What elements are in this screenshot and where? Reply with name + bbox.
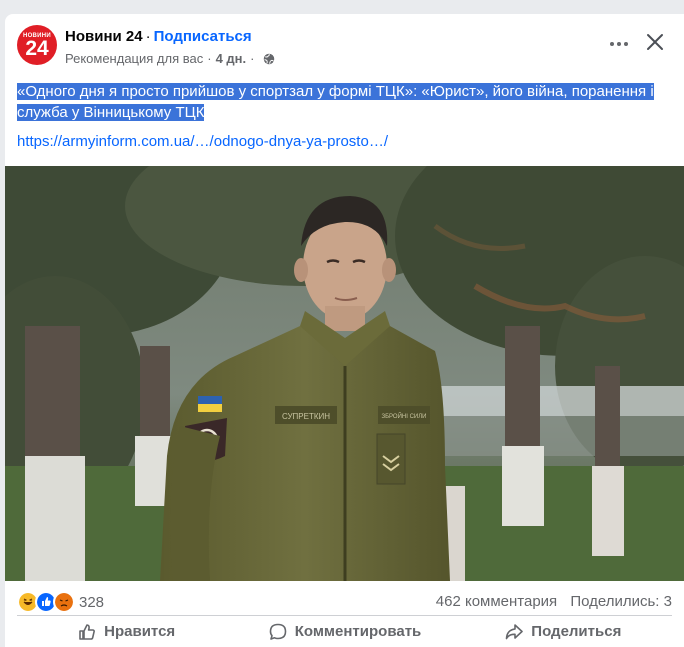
header-separator: · <box>145 28 151 45</box>
post-time-link[interactable]: 4 дн. <box>216 51 247 66</box>
meta-separator-2: · <box>250 51 255 66</box>
recommendation-label: Рекомендация для вас <box>65 51 204 66</box>
post-meta: Рекомендация для вас · 4 дн. · <box>65 51 275 66</box>
post-actions: Нравится Комментировать Поделиться <box>17 616 672 647</box>
share-icon <box>505 623 524 639</box>
globe-icon[interactable] <box>263 53 275 65</box>
post-text-selected: «Одного дня я просто прийшов у спортзал … <box>17 83 654 121</box>
uniform-name-tag: СУПРЕТКИН <box>282 412 330 421</box>
post-photo[interactable]: СУПРЕТКИН ЗБРОЙНІ СИЛИ <box>5 166 684 581</box>
post-text: «Одного дня я просто прийшов у спортзал … <box>17 81 657 123</box>
page-name-link[interactable]: Новини 24 <box>65 28 143 45</box>
post-stats: 462 комментария Поделились: 3 <box>427 593 672 610</box>
feed-post: НОВИНИ 24 Новини 24 · Подписаться Рекоменд… <box>5 14 684 647</box>
more-options-icon[interactable] <box>605 34 633 54</box>
share-button[interactable]: Поделиться <box>454 616 672 647</box>
reaction-count: 328 <box>79 593 105 611</box>
meta-separator: · <box>207 51 212 66</box>
share-label: Поделиться <box>531 623 622 640</box>
like-label: Нравится <box>104 623 176 640</box>
comments-count-link[interactable]: 462 комментария <box>436 593 557 610</box>
close-icon[interactable] <box>643 30 667 54</box>
page-avatar[interactable]: НОВИНИ 24 <box>17 25 57 65</box>
avatar-number: 24 <box>25 37 49 60</box>
uniform-right-tag: ЗБРОЙНІ СИЛИ <box>382 412 427 420</box>
comment-icon <box>269 623 287 640</box>
shares-count-link[interactable]: Поделились: 3 <box>570 593 672 610</box>
thumbs-up-icon <box>79 623 96 640</box>
post-header: Новини 24 · Подписаться <box>65 28 252 45</box>
comment-label: Комментировать <box>294 623 422 640</box>
subscribe-button[interactable]: Подписаться <box>154 28 252 45</box>
reaction-summary[interactable]: 328 <box>17 591 104 613</box>
article-link[interactable]: https://armyinform.com.ua/…/odnogo-dnya-… <box>17 133 388 150</box>
comment-button[interactable]: Комментировать <box>235 616 453 647</box>
like-button[interactable]: Нравится <box>17 616 235 647</box>
soldier-photo-image: СУПРЕТКИН ЗБРОЙНІ СИЛИ <box>5 166 684 581</box>
angry-reaction-icon <box>53 591 75 613</box>
